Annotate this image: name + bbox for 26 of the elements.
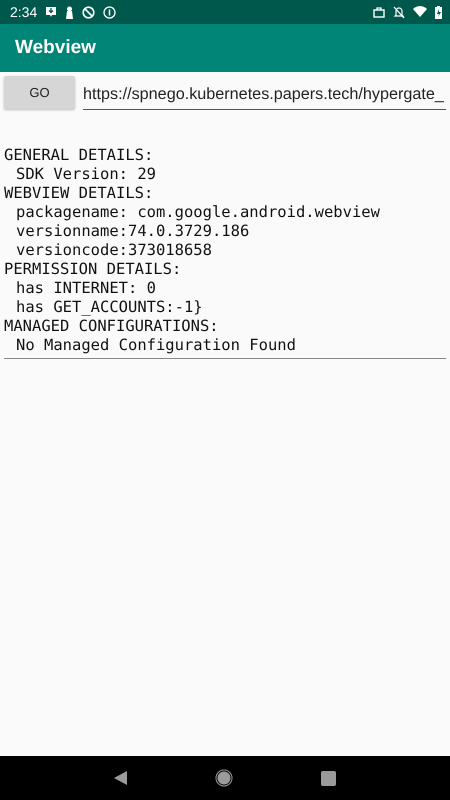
battery-icon (435, 6, 442, 18)
back-icon[interactable] (114, 771, 128, 785)
recents-icon[interactable] (321, 770, 336, 786)
chess-piece-icon (65, 6, 74, 18)
home-icon[interactable] (215, 769, 234, 787)
detail-line: versionname:74.0.3729.186 (16, 222, 250, 241)
detail-line: No Managed Configuration Found (16, 336, 296, 355)
section-heading: GENERAL DETAILS: (4, 146, 154, 165)
info-icon (103, 6, 116, 18)
url-field[interactable]: https://spnego.kubernetes.papers.tech/hypergate_ (83, 82, 446, 110)
detail-line: has GET_ACCOUNTS:-1} (16, 298, 203, 317)
detail-line: packagename: com.google.android.webview (16, 203, 380, 222)
status-time: 2:34 (10, 2, 38, 22)
section-heading: WEBVIEW DETAILS: (4, 184, 154, 203)
section-heading: MANAGED CONFIGURATIONS: (4, 317, 219, 336)
detail-line: SDK Version: 29 (16, 165, 156, 184)
notification-icon (45, 6, 58, 18)
wifi-icon (413, 6, 427, 18)
blocked-icon (82, 6, 96, 18)
app-title: Webview (15, 36, 96, 60)
muted-bell-icon (393, 6, 405, 18)
section-heading: PERMISSION DETAILS: (4, 260, 182, 279)
detail-line: has INTERNET: 0 (16, 279, 156, 298)
briefcase-icon (373, 6, 385, 18)
go-button[interactable]: GO (4, 76, 75, 109)
detail-line: versioncode:373018658 (16, 241, 212, 260)
